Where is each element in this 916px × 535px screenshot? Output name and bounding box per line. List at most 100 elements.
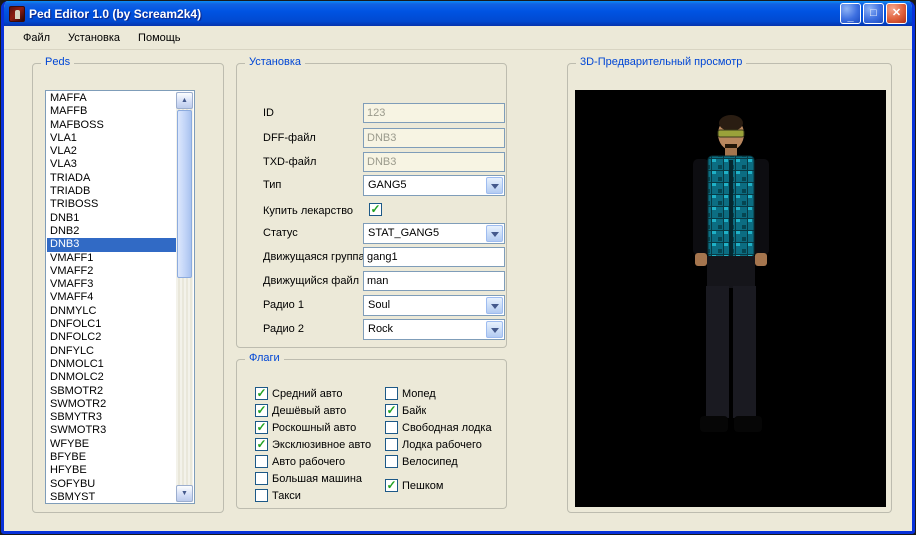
flag-label: Эксклюзивное авто	[272, 439, 371, 451]
app-icon	[9, 6, 25, 22]
ped-list-item[interactable]: TRIBOSS	[47, 198, 176, 211]
minimize-icon: _	[847, 12, 853, 23]
moving-file-field[interactable]	[363, 271, 505, 291]
chevron-down-icon[interactable]	[486, 225, 503, 242]
ped-list-item[interactable]: VLA1	[47, 132, 176, 145]
ped-list-item[interactable]: VMAFF2	[47, 265, 176, 278]
flag-right-3[interactable]: Лодка рабочего	[385, 436, 503, 453]
ped-list-item[interactable]: VLA3	[47, 158, 176, 171]
flag-label: Авто рабочего	[272, 456, 345, 468]
ped-list-item[interactable]: DNMOLC1	[47, 358, 176, 371]
flag-label: Роскошный авто	[272, 422, 356, 434]
ped-list-item[interactable]: WFYBE	[47, 438, 176, 451]
close-button[interactable]: ✕	[886, 3, 907, 24]
flags-groupbox: Флаги ✓Средний авто✓Дешёвый авто✓Роскошн…	[236, 359, 507, 509]
flag-right-0[interactable]: Мопед	[385, 385, 503, 402]
flag-left-0[interactable]: ✓ Средний авто	[255, 385, 385, 402]
checkbox-icon	[385, 455, 398, 468]
flag-right-2[interactable]: Свободная лодка	[385, 419, 503, 436]
moving-group-label: Движущаяся группа	[263, 251, 365, 263]
ped-list-item[interactable]: DNFOLC1	[47, 318, 176, 331]
chevron-down-icon[interactable]	[486, 177, 503, 194]
checkbox-icon: ✓	[385, 479, 398, 492]
moving-group-field[interactable]	[363, 247, 505, 267]
status-combobox[interactable]: STAT_GANG5	[363, 223, 505, 244]
flag-label: Пешком	[402, 480, 443, 492]
moving-file-label: Движущийся файл	[263, 275, 359, 287]
buy-medicine-checkbox[interactable]: ✓	[369, 203, 382, 216]
type-value: GANG5	[368, 179, 407, 191]
ped-list-item[interactable]: VMAFF3	[47, 278, 176, 291]
menu-item-1[interactable]: Установка	[59, 29, 129, 47]
ped-list-item[interactable]: DNB1	[47, 212, 176, 225]
ped-list-item[interactable]: DNFOLC2	[47, 331, 176, 344]
preview-groupbox: 3D-Предварительный просмотр	[567, 63, 892, 513]
ped-list-item[interactable]: DNMYLC	[47, 305, 176, 318]
flag-left-2[interactable]: ✓Роскошный авто	[255, 419, 385, 436]
preview-3d-viewport[interactable]	[575, 90, 886, 507]
ped-list-item[interactable]: HFYBE	[47, 464, 176, 477]
radio1-combobox[interactable]: Soul	[363, 295, 505, 316]
ped-list-item[interactable]: MAFFB	[47, 105, 176, 118]
peds-groupbox: Peds MAFFAMAFFBMAFBOSSVLA1VLA2VLA3TRIADA…	[32, 63, 224, 513]
scroll-down-icon[interactable]: ▼	[176, 485, 193, 502]
ped-list-item[interactable]: MAFFA	[47, 92, 176, 105]
chevron-down-icon[interactable]	[486, 297, 503, 314]
checkbox-icon: ✓	[255, 404, 268, 417]
menu-item-0[interactable]: Файл	[14, 29, 59, 47]
chevron-down-icon[interactable]	[486, 321, 503, 338]
scrollbar-thumb[interactable]	[177, 110, 192, 278]
ped-list-item[interactable]: VMAFF4	[47, 291, 176, 304]
radio2-label: Радио 2	[263, 323, 304, 335]
ped-list-item[interactable]: DNMOLC2	[47, 371, 176, 384]
status-label: Статус	[263, 227, 298, 239]
dff-field	[363, 128, 505, 148]
flag-right-5[interactable]: ✓ Пешком	[385, 477, 503, 494]
flag-label: Лодка рабочего	[402, 439, 482, 451]
ped-list-item[interactable]: TRIADB	[47, 185, 176, 198]
maximize-button[interactable]: □	[863, 3, 884, 24]
checkbox-icon	[255, 472, 268, 485]
scroll-up-icon[interactable]: ▲	[176, 92, 193, 109]
id-label: ID	[263, 107, 274, 119]
ped-list-item[interactable]: DNB2	[47, 225, 176, 238]
ped-list-item[interactable]: VLA2	[47, 145, 176, 158]
flag-left-3[interactable]: ✓Эксклюзивное авто	[255, 436, 385, 453]
checkbox-icon: ✓	[255, 387, 268, 400]
ped-list-item[interactable]: SWMOTR2	[47, 398, 176, 411]
ped-list-item[interactable]: SBMYTR3	[47, 411, 176, 424]
flags-col-left: ✓ Средний авто ✓ Дешёвый авто ✓Роскошный авт…	[255, 385, 385, 504]
ped-list-item[interactable]: DNB3	[47, 238, 176, 251]
ped-list-item[interactable]: SBMOTR2	[47, 385, 176, 398]
ped-list-item[interactable]: SWMOTR3	[47, 424, 176, 437]
flag-left-6[interactable]: Такси	[255, 487, 385, 504]
ped-list-item[interactable]: BFYBE	[47, 451, 176, 464]
flag-left-4[interactable]: Авто рабочего	[255, 453, 385, 470]
ped-list-item[interactable]: SOFYBU	[47, 478, 176, 491]
checkbox-icon	[255, 455, 268, 468]
flag-label: Дешёвый авто	[272, 405, 346, 417]
flag-left-1[interactable]: ✓ Дешёвый авто	[255, 402, 385, 419]
flag-left-5[interactable]: Большая машина	[255, 470, 385, 487]
maximize-icon: □	[870, 8, 877, 19]
flag-label: Средний авто	[272, 388, 343, 400]
flag-right-4[interactable]: Велосипед	[385, 453, 503, 470]
type-combobox[interactable]: GANG5	[363, 175, 505, 196]
ped-list-item[interactable]: MAFBOSS	[47, 119, 176, 132]
ped-list-item[interactable]: SBMYST	[47, 491, 176, 502]
flags-group-label: Флаги	[245, 352, 284, 364]
ped-list-item[interactable]: TRIADA	[47, 172, 176, 185]
ped-list-item[interactable]: DNFYLC	[47, 345, 176, 358]
radio1-label: Радио 1	[263, 299, 304, 311]
ped-list-item[interactable]: VMAFF1	[47, 252, 176, 265]
radio2-combobox[interactable]: Rock	[363, 319, 505, 340]
ped-list-scrollbar[interactable]: ▲ ▼	[176, 92, 193, 502]
checkbox-icon	[385, 387, 398, 400]
minimize-button[interactable]: _	[840, 3, 861, 24]
title-bar: Ped Editor 1.0 (by Scream2k4) _ □ ✕	[4, 1, 912, 26]
flags-col-right: Мопед✓БайкСвободная лодка Лодка рабочего В…	[385, 385, 503, 494]
flag-right-1[interactable]: ✓Байк	[385, 402, 503, 419]
menu-item-2[interactable]: Помощь	[129, 29, 190, 47]
txd-field	[363, 152, 505, 172]
app-window: Ped Editor 1.0 (by Scream2k4) _ □ ✕ Файл…	[1, 1, 915, 534]
